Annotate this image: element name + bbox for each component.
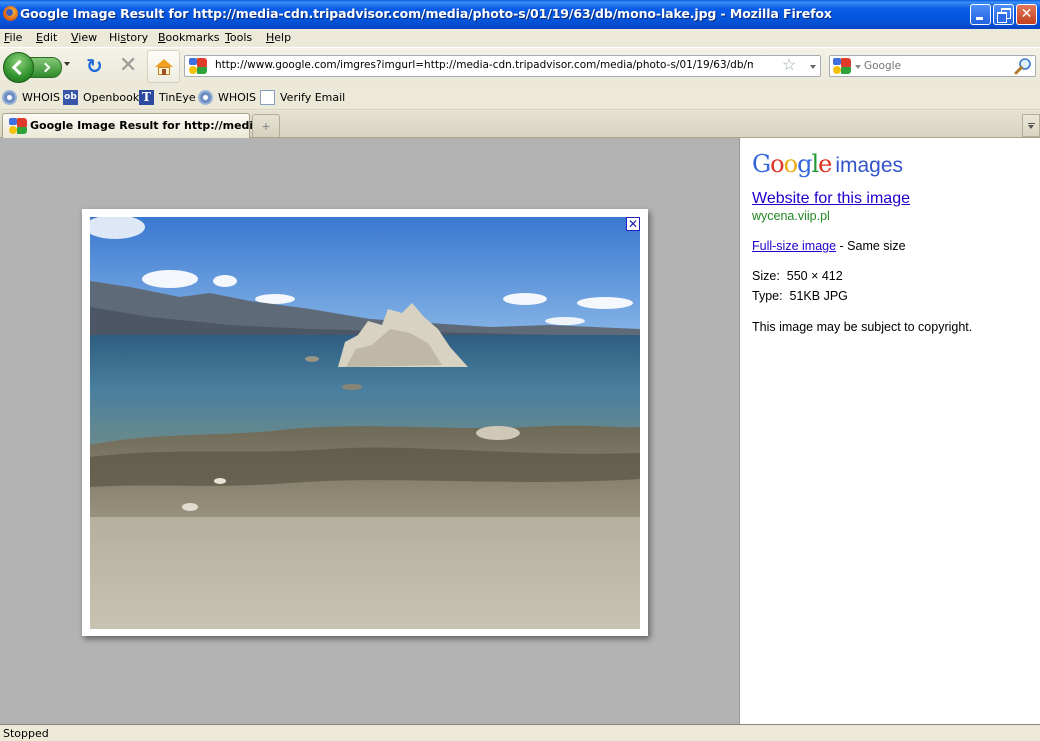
- back-button[interactable]: [3, 52, 34, 83]
- openbook-icon: ob: [63, 90, 78, 105]
- page-content: ✕ Google images Website for this image wy…: [0, 138, 1040, 724]
- size-label: Size:: [752, 269, 780, 283]
- url-dropdown-icon[interactable]: [810, 65, 816, 69]
- home-button[interactable]: [147, 50, 180, 83]
- google-site-icon: [189, 58, 207, 74]
- menu-tools[interactable]: Tools: [225, 31, 252, 44]
- image-size: Size: 550 × 412: [752, 269, 843, 283]
- search-bar[interactable]: [829, 55, 1036, 77]
- url-text[interactable]: http://www.google.com/imgres?imgurl=http…: [215, 59, 753, 71]
- website-domain: wycena.viip.pl: [752, 209, 830, 223]
- tab-title: Google Image Result for http://medi...: [30, 119, 266, 132]
- menu-history[interactable]: History: [109, 31, 148, 44]
- stop-button[interactable]: ✕: [119, 55, 139, 77]
- size-value: 550 × 412: [786, 269, 843, 283]
- navigation-toolbar: ↻ ✕ http://www.google.com/imgres?imgurl=…: [0, 47, 1040, 86]
- full-size-line: Full-size image - Same size: [752, 239, 906, 253]
- back-forward-group: [3, 52, 63, 83]
- engine-dropdown-icon[interactable]: [855, 65, 861, 69]
- menu-file[interactable]: File: [4, 31, 22, 44]
- close-icon: ✕: [1020, 6, 1033, 22]
- reload-button[interactable]: ↻: [86, 56, 105, 76]
- firefox-icon: [3, 6, 18, 21]
- window-title: Google Image Result for http://media-cdn…: [20, 6, 832, 21]
- menu-bookmarks[interactable]: Bookmarks: [158, 31, 219, 44]
- mono-lake-photo[interactable]: [90, 217, 640, 629]
- website-for-image-link[interactable]: Website for this image: [752, 190, 910, 208]
- search-magnifier-icon[interactable]: [1014, 57, 1032, 75]
- title-bar: Google Image Result for http://media-cdn…: [0, 0, 1040, 29]
- full-size-note: - Same size: [836, 239, 906, 253]
- google-favicon: [9, 118, 27, 134]
- page-icon: [260, 90, 275, 105]
- bookmark-star-icon[interactable]: ☆: [782, 57, 796, 75]
- firefox-window: Google Image Result for http://media-cdn…: [0, 0, 1040, 741]
- search-input[interactable]: [864, 58, 1009, 74]
- close-window-button[interactable]: ✕: [1016, 4, 1037, 25]
- history-dropdown-icon[interactable]: [64, 62, 70, 66]
- image-preview-pane: ✕: [0, 138, 740, 724]
- image-type: Type: 51KB JPG: [752, 289, 848, 303]
- status-text: Stopped: [3, 727, 49, 740]
- gear-icon: [2, 90, 17, 105]
- image-frame: ✕: [82, 209, 648, 636]
- list-all-tabs-button[interactable]: [1022, 114, 1040, 137]
- menu-help[interactable]: Help: [266, 31, 291, 44]
- new-tab-button[interactable]: +: [252, 114, 280, 137]
- tineye-icon: T: [139, 90, 154, 105]
- bookmarks-toolbar: WHOIS ob Openbook T TinEye WHOIS Verify …: [0, 86, 1040, 110]
- type-label: Type:: [752, 289, 783, 303]
- google-images-logo[interactable]: Google images: [752, 150, 903, 178]
- copyright-notice: This image may be subject to copyright.: [752, 320, 973, 334]
- menu-view[interactable]: View: [71, 31, 97, 44]
- home-icon: [155, 59, 173, 67]
- address-bar[interactable]: http://www.google.com/imgres?imgurl=http…: [184, 55, 821, 77]
- google-wordmark: Google: [752, 150, 832, 178]
- tab-strip: Google Image Result for http://medi... +: [0, 111, 1040, 138]
- menu-edit[interactable]: Edit: [36, 31, 57, 44]
- status-bar: Stopped: [0, 724, 1040, 741]
- tab-google-image-result[interactable]: Google Image Result for http://medi...: [2, 113, 266, 138]
- close-preview-button[interactable]: ✕: [626, 217, 640, 231]
- gear-icon: [198, 90, 213, 105]
- full-size-image-link[interactable]: Full-size image: [752, 239, 836, 253]
- images-wordmark: images: [835, 154, 904, 177]
- minimize-button[interactable]: [970, 4, 991, 25]
- search-engine-icon[interactable]: [833, 58, 851, 74]
- type-value: 51KB JPG: [789, 289, 848, 303]
- menu-bar: File Edit View History Bookmarks Tools H…: [0, 29, 1040, 47]
- restore-button[interactable]: [993, 4, 1014, 25]
